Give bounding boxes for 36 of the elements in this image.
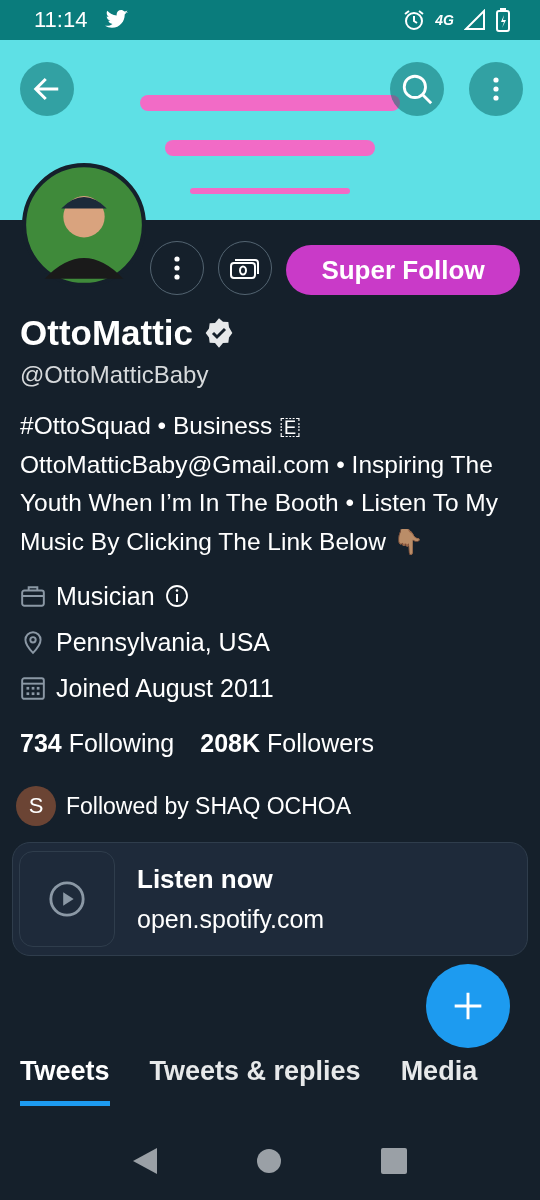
calendar-icon — [20, 675, 46, 701]
super-follow-button[interactable]: Super Follow — [286, 245, 520, 295]
followers-link[interactable]: 208K Followers — [200, 729, 374, 758]
back-nav-icon[interactable] — [133, 1148, 157, 1174]
info-icon[interactable] — [164, 584, 189, 608]
link-domain: open.spotify.com — [137, 905, 325, 934]
follower-avatar: S — [16, 786, 56, 826]
more-icon — [493, 76, 499, 102]
following-link[interactable]: 734 Following — [20, 729, 175, 758]
more-icon — [174, 256, 180, 280]
home-nav-icon[interactable] — [257, 1149, 281, 1173]
profile-tab[interactable]: Tweets — [20, 1052, 110, 1106]
profile-tab[interactable]: Media — [400, 1052, 478, 1106]
link-card[interactable]: Listen now open.spotify.com — [12, 842, 528, 956]
battery-icon — [496, 8, 510, 32]
status-time: 11:14 — [34, 7, 88, 33]
profile-detail: Pennsylvania, USA — [56, 627, 270, 657]
profile-name: OttoMattic — [20, 313, 194, 353]
back-button[interactable] — [20, 62, 74, 116]
search-button[interactable] — [390, 62, 444, 116]
bird-icon — [105, 10, 130, 30]
money-icon — [230, 257, 260, 279]
network-label: 4G — [435, 12, 454, 28]
profile-tab[interactable]: Tweets & replies — [149, 1052, 361, 1106]
profile-handle: @OttoMatticBaby — [20, 361, 210, 389]
profile-bio: #OttoSquad • Business 🇪 OttoMatticBaby@Gmail.com • Inspiring The Youth When I’m In The Booth • Listen To My Music By Clicking The Link Below 👇🏽 — [20, 411, 499, 557]
followed-by-text: Followed by SHAQ OCHOA — [66, 792, 352, 820]
profile-detail: Joined August 2011 — [56, 673, 274, 703]
alarm-icon — [403, 9, 426, 31]
profile-detail: Musician — [56, 581, 155, 611]
play-icon — [48, 880, 86, 918]
briefcase-icon — [20, 583, 46, 609]
signal-icon — [464, 9, 486, 31]
plus-icon — [452, 990, 484, 1022]
link-title: Listen now — [137, 864, 274, 895]
search-icon — [400, 72, 434, 106]
